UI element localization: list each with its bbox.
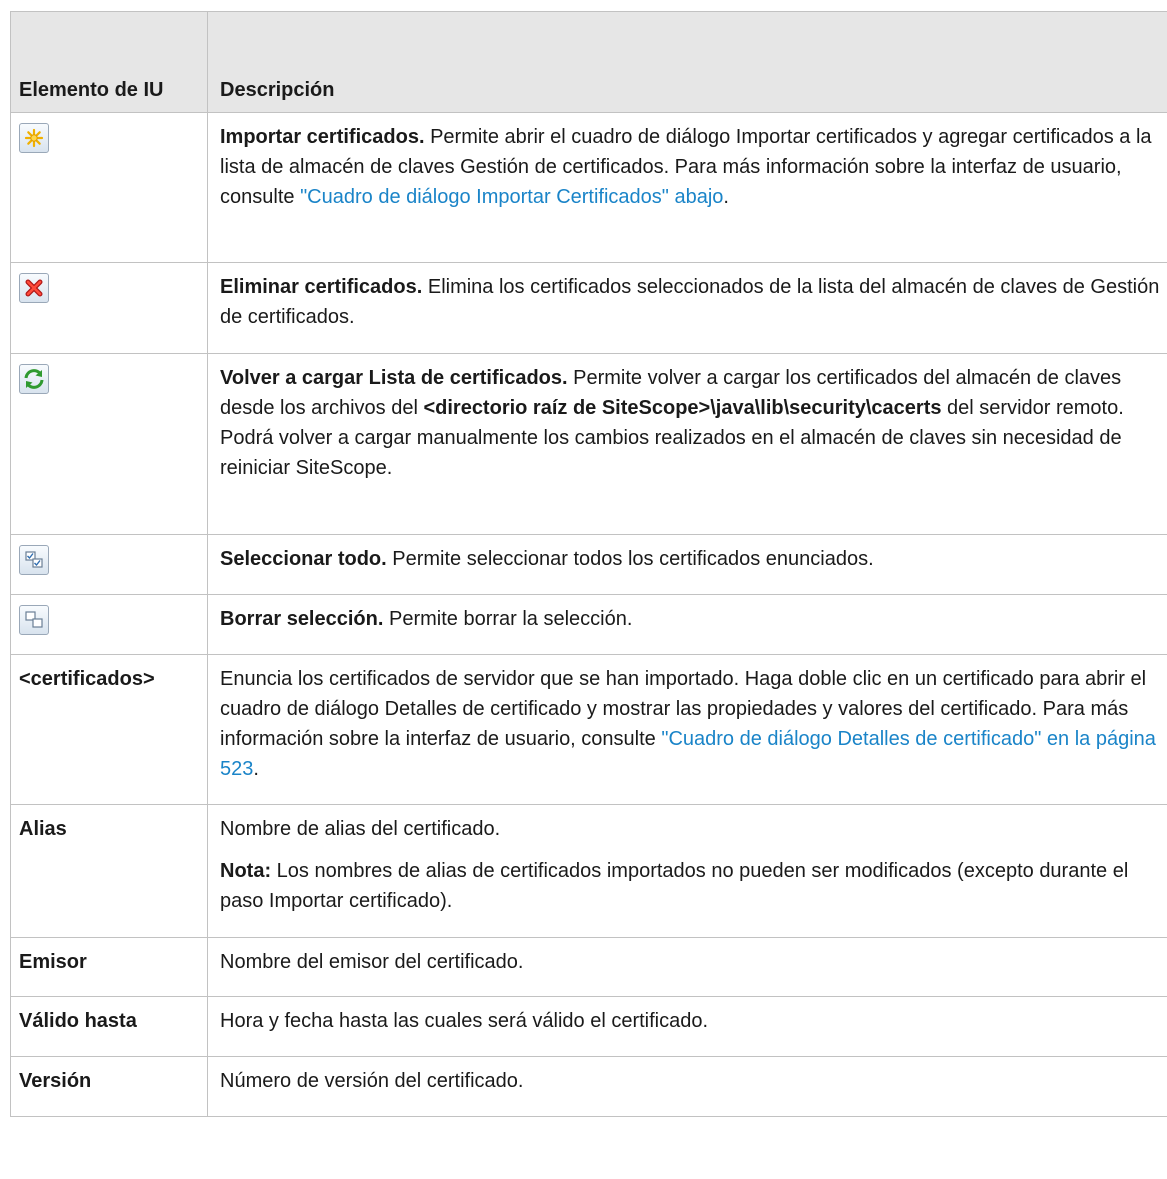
ui-element-cell [10,594,208,655]
column-header-description: Descripción [207,11,1167,113]
item-text: Permite borrar la selección. [383,608,633,630]
description-cell: Volver a cargar Lista de certificados. P… [207,353,1167,535]
table-row: <certificados> Enuncia los certificados … [10,654,1167,805]
item-text: Permite seleccionar todos los certificad… [386,548,874,570]
delete-certificates-icon[interactable] [19,273,49,303]
ui-element-label: Alias [10,804,208,938]
ui-elements-table: Elemento de IU Descripción Importar cert… [10,11,1167,1117]
punctuation: . [253,758,259,780]
punctuation: . [723,186,729,208]
ui-element-cell [10,112,208,263]
note: Nota: Los nombres de alias de certificad… [220,856,1162,916]
table-row: Válido hasta Hora y fecha hasta las cual… [10,996,1167,1057]
description-cell: Eliminar certificados. Elimina los certi… [207,262,1167,354]
description-cell: Nombre de alias del certificado. Nota: L… [207,804,1167,938]
table-row: Volver a cargar Lista de certificados. P… [10,353,1167,535]
item-title: Eliminar certificados. [220,276,423,298]
description-cell: Seleccionar todo. Permite seleccionar to… [207,534,1167,595]
description-cell: Nombre del emisor del certificado. [207,937,1167,997]
table-row: Versión Número de versión del certificad… [10,1056,1167,1117]
description-cell: Hora y fecha hasta las cuales será válid… [207,996,1167,1057]
ui-element-label: Versión [10,1056,208,1117]
ui-element-label: Válido hasta [10,996,208,1057]
ui-element-cell [10,534,208,595]
description-cell: Borrar selección. Permite borrar la sele… [207,594,1167,655]
table-row: Emisor Nombre del emisor del certificado… [10,937,1167,997]
item-title: Borrar selección. [220,608,384,630]
table-row: Eliminar certificados. Elimina los certi… [10,262,1167,354]
ui-element-cell [10,353,208,535]
item-title: Importar certificados. [220,126,425,148]
table-row: Seleccionar todo. Permite seleccionar to… [10,534,1167,595]
table-row: Alias Nombre de alias del certificado. N… [10,804,1167,938]
description-cell: Importar certificados. Permite abrir el … [207,112,1167,263]
ui-element-cell [10,262,208,354]
ui-element-label: <certificados> [10,654,208,805]
item-title: Seleccionar todo. [220,548,387,570]
import-certificates-icon[interactable] [19,123,49,153]
item-title: Volver a cargar Lista de certificados. [220,367,568,389]
ui-element-label: Emisor [10,937,208,997]
import-dialog-link[interactable]: "Cuadro de diálogo Importar Certificados… [300,186,723,208]
table-header-row: Elemento de IU Descripción [10,11,1167,113]
clear-selection-icon[interactable] [19,605,49,635]
item-text: Nombre de alias del certificado. [220,818,501,840]
reload-list-icon[interactable] [19,364,49,394]
description-cell: Enuncia los certificados de servidor que… [207,654,1167,805]
table-row: Importar certificados. Permite abrir el … [10,112,1167,263]
cacerts-path: <directorio raíz de SiteScope>\java\lib\… [423,397,942,419]
table-row: Borrar selección. Permite borrar la sele… [10,594,1167,655]
note-text: Los nombres de alias de certificados imp… [220,860,1129,912]
column-header-ui-element: Elemento de IU [10,11,208,113]
note-label: Nota: [220,860,272,882]
select-all-icon[interactable] [19,545,49,575]
description-cell: Número de versión del certificado. [207,1056,1167,1117]
